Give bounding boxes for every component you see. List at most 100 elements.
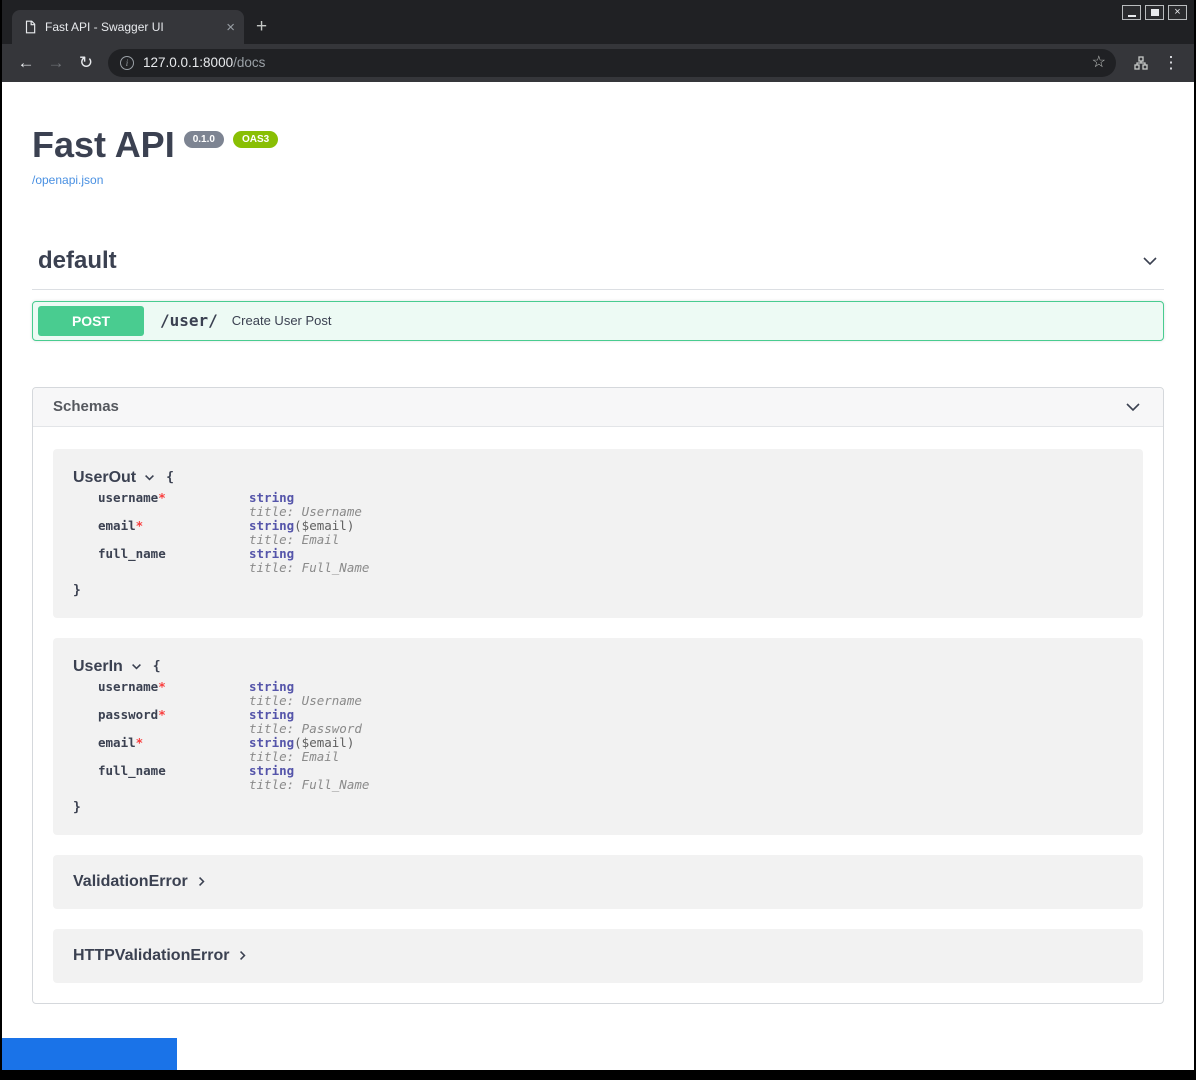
model-userout: UserOut { username* string title: Userna… <box>53 449 1143 618</box>
property-row: email* string($email) title: Email <box>98 519 1123 547</box>
property-title: title: Username <box>249 693 362 708</box>
browser-menu-icon[interactable]: ⋮ <box>1158 53 1184 73</box>
oas3-badge: OAS3 <box>233 131 278 148</box>
document-favicon-icon <box>23 20 37 34</box>
model-name: UserOut <box>73 469 136 487</box>
property-title: title: Email <box>249 532 339 547</box>
tab-close-icon[interactable]: × <box>226 20 235 35</box>
required-star: * <box>136 518 144 533</box>
swagger-page: Fast API 0.1.0 OAS3 /openapi.json defaul… <box>2 82 1194 1070</box>
property-title: title: Password <box>249 721 362 736</box>
property-type: string <box>249 490 294 505</box>
endpoint-post-user[interactable]: POST /user/ Create User Post <box>32 301 1164 341</box>
chevron-down-icon[interactable] <box>130 660 143 673</box>
property-title: title: Full_Name <box>249 560 369 575</box>
property-format: ($email) <box>294 518 354 533</box>
property-name: username* <box>98 680 249 708</box>
openapi-json-link[interactable]: /openapi.json <box>32 173 103 187</box>
window-titlebar: Fast API - Swagger UI × + × <box>2 0 1194 44</box>
extensions-icon[interactable] <box>1126 55 1156 71</box>
schemas-section: Schemas UserOut { <box>32 387 1164 1004</box>
chevron-down-icon[interactable] <box>143 471 156 484</box>
minimize-button[interactable] <box>1122 5 1141 20</box>
property-detail: string title: Username <box>249 491 362 519</box>
property-type: string <box>249 518 294 533</box>
model-name: UserIn <box>73 658 123 676</box>
bookmark-star-icon[interactable]: ☆ <box>1092 55 1106 71</box>
model-validationerror-toggle[interactable]: ValidationError <box>73 873 1123 891</box>
status-bubble <box>2 1038 177 1070</box>
chevron-right-icon[interactable] <box>236 949 249 962</box>
chevron-down-icon[interactable] <box>1140 251 1160 271</box>
property-detail: string($email) title: Email <box>249 736 354 764</box>
property-name: full_name <box>98 547 249 575</box>
property-name: full_name <box>98 764 249 792</box>
tag-title: default <box>38 247 117 275</box>
url-host: 127.0.0.1:8000 <box>143 55 233 70</box>
property-type: string <box>249 735 294 750</box>
chevron-right-icon[interactable] <box>195 875 208 888</box>
version-badge: 0.1.0 <box>184 131 224 148</box>
window-bottom-edge <box>2 1070 1194 1080</box>
property-row: username* string title: Username <box>98 491 1123 519</box>
url-text: 127.0.0.1:8000/docs <box>143 54 265 72</box>
property-detail: string title: Password <box>249 708 362 736</box>
property-name: email* <box>98 519 249 547</box>
url-bar[interactable]: i 127.0.0.1:8000/docs ☆ <box>108 49 1116 77</box>
endpoint-path: /user/ <box>160 311 218 330</box>
chevron-down-icon[interactable] <box>1123 397 1143 417</box>
site-info-icon[interactable]: i <box>120 56 134 70</box>
api-title: Fast API <box>32 126 175 164</box>
property-row: email* string($email) title: Email <box>98 736 1123 764</box>
close-button[interactable]: × <box>1168 5 1187 20</box>
maximize-icon <box>1151 9 1159 16</box>
back-button[interactable]: ← <box>12 49 40 77</box>
property-name: email* <box>98 736 249 764</box>
required-star: * <box>158 490 166 505</box>
forward-button[interactable]: → <box>42 49 70 77</box>
model-userout-toggle[interactable]: UserOut { <box>73 469 1123 487</box>
property-detail: string title: Full_Name <box>249 547 369 575</box>
model-httpvalidationerror-toggle[interactable]: HTTPValidationError <box>73 947 1123 965</box>
browser-tab[interactable]: Fast API - Swagger UI × <box>12 10 244 44</box>
tag-header-default[interactable]: default <box>32 241 1164 290</box>
browser-toolbar: ← → ↻ i 127.0.0.1:8000/docs ☆ ⋮ <box>2 44 1194 82</box>
property-detail: string($email) title: Email <box>249 519 354 547</box>
property-type: string <box>249 707 294 722</box>
model-validationerror: ValidationError <box>53 855 1143 909</box>
property-type: string <box>249 679 294 694</box>
property-type: string <box>249 763 294 778</box>
minimize-icon <box>1128 15 1136 17</box>
property-row: password* string title: Password <box>98 708 1123 736</box>
schemas-title: Schemas <box>53 398 119 415</box>
window-controls: × <box>1122 5 1187 20</box>
api-info-block: Fast API 0.1.0 OAS3 /openapi.json <box>2 82 1194 189</box>
property-row: full_name string title: Full_Name <box>98 764 1123 792</box>
tag-section-default: default POST /user/ Create User Post <box>32 241 1164 341</box>
property-detail: string title: Username <box>249 680 362 708</box>
model-name: ValidationError <box>73 873 188 891</box>
schemas-header[interactable]: Schemas <box>33 388 1163 427</box>
model-userin-toggle[interactable]: UserIn { <box>73 658 1123 676</box>
close-brace: } <box>73 583 1123 598</box>
property-type: string <box>249 546 294 561</box>
endpoint-summary: Create User Post <box>232 313 332 328</box>
property-list: username* string title: Username email* … <box>98 491 1123 575</box>
reload-button[interactable]: ↻ <box>72 49 100 77</box>
maximize-button[interactable] <box>1145 5 1164 20</box>
property-title: title: Email <box>249 749 339 764</box>
property-title: title: Username <box>249 504 362 519</box>
model-httpvalidationerror: HTTPValidationError <box>53 929 1143 983</box>
model-userin: UserIn { username* string title: Usernam… <box>53 638 1143 835</box>
property-title: title: Full_Name <box>249 777 369 792</box>
property-row: username* string title: Username <box>98 680 1123 708</box>
property-name: password* <box>98 708 249 736</box>
url-path: /docs <box>233 55 265 70</box>
required-star: * <box>158 707 166 722</box>
method-badge: POST <box>38 306 144 336</box>
close-brace: } <box>73 800 1123 815</box>
property-detail: string title: Full_Name <box>249 764 369 792</box>
new-tab-button[interactable]: + <box>256 17 267 36</box>
property-row: full_name string title: Full_Name <box>98 547 1123 575</box>
property-format: ($email) <box>294 735 354 750</box>
